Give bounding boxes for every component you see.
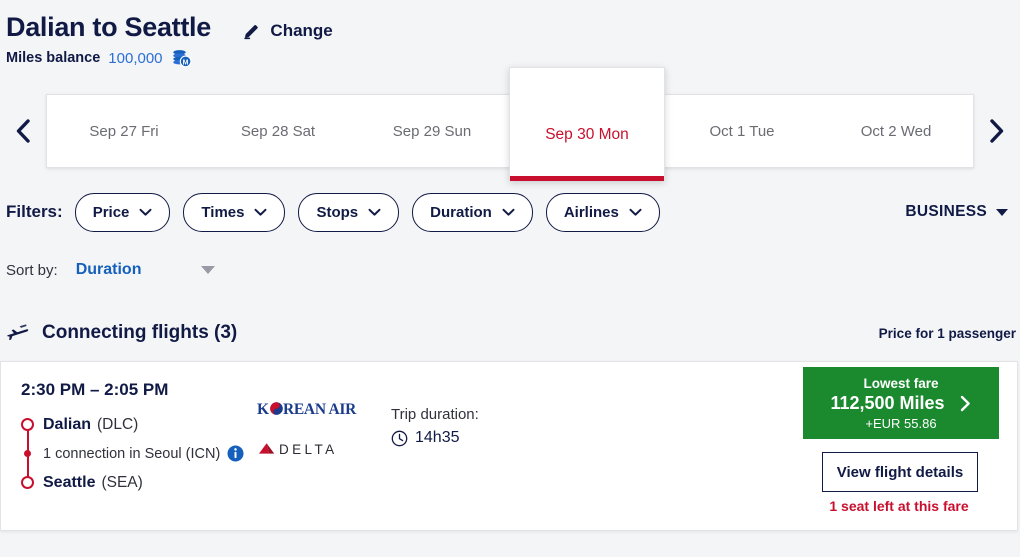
date-tab-5[interactable]: Oct 2 Wed [819, 95, 973, 167]
destination-code: (SEA) [101, 473, 143, 491]
filter-label: Duration [430, 203, 492, 221]
filter-label: Price [92, 203, 130, 221]
origin-code: (DLC) [97, 415, 139, 433]
korean-air-logo: K REAN AIR [257, 400, 377, 418]
airline-logos: K REAN AIR DELTA [257, 400, 377, 458]
flight-times: 2:30 PM – 2:05 PM [21, 380, 169, 399]
filter-airlines[interactable]: Airlines [545, 192, 660, 232]
miles-balance-label: Miles balance [6, 50, 101, 66]
filter-label: Times [201, 203, 245, 221]
chevron-right-icon [990, 119, 1004, 143]
sort-by-label: Sort by: [6, 261, 58, 279]
change-route-button[interactable]: Change [242, 21, 333, 41]
date-tab-4[interactable]: Oct 1 Tue [665, 95, 819, 167]
cabin-class-selector[interactable]: BUSINESS [905, 203, 1008, 221]
prev-dates-button[interactable] [0, 117, 46, 145]
pencil-icon [242, 22, 261, 41]
date-tab-label: Oct 2 Wed [860, 122, 932, 140]
cabin-class-label: BUSINESS [905, 203, 987, 220]
connection-text: 1 connection in Seoul (ICN) [43, 445, 221, 462]
miles-balance: Miles balance 100,000 M [6, 47, 1020, 69]
filter-duration[interactable]: Duration [412, 192, 533, 232]
fare-miles-amount: 112,500 Miles [830, 392, 945, 413]
date-tab-label: Sep 28 Sat [240, 122, 316, 140]
chevron-down-icon [368, 208, 381, 216]
info-icon[interactable] [227, 445, 244, 462]
date-tabs-track: Sep 27 Fri Sep 28 Sat Sep 29 Sun Sep 30 … [46, 67, 974, 181]
destination-node-icon [21, 476, 34, 489]
itinerary-destination: Seattle (SEA) [21, 468, 321, 497]
chevron-down-icon [629, 208, 642, 216]
filters-label: Filters: [6, 202, 63, 221]
origin-node-icon [21, 418, 34, 431]
date-tab-label: Sep 30 Mon [545, 125, 629, 143]
svg-text:REAN AIR: REAN AIR [283, 401, 357, 418]
page-header: Dalian to Seattle Change Miles balance 1… [0, 0, 1020, 69]
trip-duration-block: Trip duration: 14h35 [391, 406, 479, 447]
change-label: Change [270, 21, 333, 40]
destination-city: Seattle [43, 473, 96, 491]
page-title: Dalian to Seattle [6, 12, 211, 42]
date-tab-1[interactable]: Sep 28 Sat [201, 95, 355, 167]
chevron-right-icon [959, 394, 972, 413]
lowest-fare-label: Lowest fare [863, 375, 939, 391]
filters-row: Filters: Price Times Stops Duration Airl… [0, 191, 1020, 233]
sort-dropdown-caret-icon[interactable] [201, 266, 216, 274]
date-tab-label: Sep 29 Sun [392, 122, 472, 140]
filter-times[interactable]: Times [183, 192, 286, 232]
chevron-down-icon [139, 208, 152, 216]
seat-availability-warning: 1 seat left at this fare [829, 498, 969, 514]
date-tab-label: Oct 1 Tue [709, 122, 775, 140]
delta-logo: DELTA [257, 440, 377, 458]
clock-icon [391, 430, 408, 447]
svg-text:DELTA: DELTA [279, 442, 338, 457]
filter-stops[interactable]: Stops [298, 192, 400, 232]
trip-duration-value: 14h35 [415, 429, 460, 446]
sort-row: Sort by: Duration [0, 255, 1020, 285]
miles-coin-icon: M [171, 49, 193, 68]
sort-by-value[interactable]: Duration [76, 261, 142, 279]
date-tab-0[interactable]: Sep 27 Fri [47, 95, 201, 167]
date-tab-2[interactable]: Sep 29 Sun [355, 95, 509, 167]
next-dates-button[interactable] [974, 117, 1020, 145]
triangle-down-icon [996, 208, 1008, 216]
date-tab-3-selected[interactable]: Sep 30 Mon [509, 67, 665, 181]
origin-city: Dalian [43, 415, 92, 433]
chevron-left-icon [16, 119, 30, 143]
view-flight-details-label: View flight details [836, 463, 964, 481]
connecting-flight-icon [6, 322, 30, 344]
filter-label: Stops [316, 203, 359, 221]
filter-price[interactable]: Price [74, 192, 171, 232]
chevron-down-icon [254, 208, 267, 216]
trip-duration-label: Trip duration: [391, 406, 479, 423]
svg-text:K: K [257, 401, 269, 418]
svg-text:M: M [182, 59, 188, 66]
chevron-down-icon [502, 208, 515, 216]
date-selector-strip: Sep 27 Fri Sep 28 Sat Sep 29 Sun Sep 30 … [0, 67, 1020, 181]
fare-cash-surcharge: +EUR 55.86 [865, 415, 937, 431]
connection-node-icon [24, 450, 31, 457]
section-title: Connecting flights (3) [42, 322, 238, 343]
filter-label: Airlines [563, 203, 619, 221]
connecting-flights-header: Connecting flights (3) Price for 1 passe… [0, 317, 1020, 349]
flight-result-card[interactable]: 2:30 PM – 2:05 PM Dalian (DLC) 1 connect… [0, 361, 1018, 531]
lowest-fare-button[interactable]: Lowest fare 112,500 Miles +EUR 55.86 [803, 367, 999, 439]
date-tab-label: Sep 27 Fri [89, 122, 159, 140]
view-flight-details-button[interactable]: View flight details [822, 452, 978, 492]
price-passenger-note: Price for 1 passenger [878, 325, 1016, 341]
miles-balance-value: 100,000 [108, 49, 163, 67]
